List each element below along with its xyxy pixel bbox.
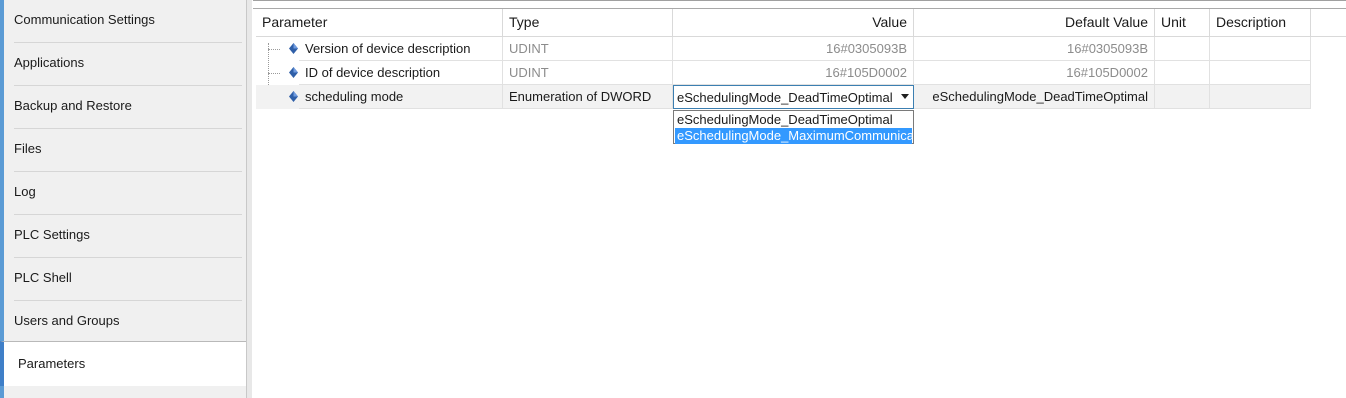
type-cell: UDINT [503, 61, 673, 85]
parameter-diamond-icon [289, 43, 298, 54]
sidebar-item-label: Backup and Restore [14, 98, 132, 113]
tree-connector [268, 73, 280, 74]
sidebar-item-label: PLC Settings [14, 227, 90, 242]
dropdown-option-dead-time-optimal[interactable]: eSchedulingMode_DeadTimeOptimal [675, 112, 912, 128]
sidebar-item-log[interactable]: Log [0, 172, 246, 215]
unit-cell [1155, 37, 1210, 61]
sidebar-item-label: Communication Settings [14, 12, 155, 27]
sidebar-item-applications[interactable]: Applications [0, 43, 246, 86]
sidebar-overflow-strip [0, 386, 246, 398]
description-cell [1210, 61, 1311, 85]
device-tab-sidebar: Communication Settings Applications Back… [0, 0, 252, 398]
parameter-name: Version of device description [299, 37, 503, 61]
sidebar-item-label: Files [14, 141, 42, 156]
parameter-name: ID of device description [299, 61, 503, 85]
type-cell: UDINT [503, 37, 673, 61]
dropdown-option-maximum-communication[interactable]: eSchedulingMode_MaximumCommunicati [675, 128, 912, 144]
sidebar-item-label: Parameters [18, 356, 86, 371]
sidebar-item-users-and-groups[interactable]: Users and Groups [0, 301, 246, 344]
value-cell: 16#105D0002 [673, 61, 914, 85]
default-value-cell: 16#0305093B [914, 37, 1155, 61]
sidebar-item-plc-shell[interactable]: PLC Shell [0, 258, 246, 301]
scheduling-mode-dropdown-list: eSchedulingMode_DeadTimeOptimal eSchedul… [673, 110, 914, 144]
sidebar-item-label: Applications [14, 55, 85, 70]
parameter-name: scheduling mode [299, 85, 503, 109]
column-header-value[interactable]: Value [673, 9, 914, 37]
sidebar-item-files[interactable]: Files [0, 129, 246, 172]
column-header-unit[interactable]: Unit [1155, 9, 1210, 37]
column-header-parameter[interactable]: Parameter [256, 9, 503, 37]
default-value-cell: 16#105D0002 [914, 61, 1155, 85]
column-header-filler [1311, 9, 1346, 37]
unit-cell [1155, 85, 1210, 109]
parameter-diamond-icon [289, 91, 298, 102]
type-cell: Enumeration of DWORD [503, 85, 673, 109]
combobox-selected-value: eSchedulingMode_DeadTimeOptimal [677, 90, 893, 105]
sidebar-item-communication-settings[interactable]: Communication Settings [0, 0, 246, 43]
column-header-default-value[interactable]: Default Value [914, 9, 1155, 37]
sidebar-item-label: PLC Shell [14, 270, 72, 285]
sidebar-item-label: Log [14, 184, 36, 199]
value-cell: 16#0305093B [673, 37, 914, 61]
sidebar-item-parameters[interactable]: Parameters [0, 341, 246, 387]
description-cell [1210, 37, 1311, 61]
scheduling-mode-combobox[interactable]: eSchedulingMode_DeadTimeOptimal [673, 85, 914, 109]
default-value-cell: eSchedulingMode_DeadTimeOptimal [914, 85, 1155, 109]
description-cell [1210, 85, 1311, 109]
chevron-down-icon[interactable] [901, 94, 909, 99]
sidebar-item-label: Users and Groups [14, 313, 120, 328]
parameter-diamond-icon [289, 67, 298, 78]
pane-splitter[interactable] [246, 0, 252, 398]
unit-cell [1155, 61, 1210, 85]
column-header-description[interactable]: Description [1210, 9, 1311, 37]
sidebar-item-plc-settings[interactable]: PLC Settings [0, 215, 246, 258]
tree-connector [268, 49, 280, 50]
column-header-type[interactable]: Type [503, 9, 673, 37]
sidebar-item-backup-and-restore[interactable]: Backup and Restore [0, 86, 246, 129]
